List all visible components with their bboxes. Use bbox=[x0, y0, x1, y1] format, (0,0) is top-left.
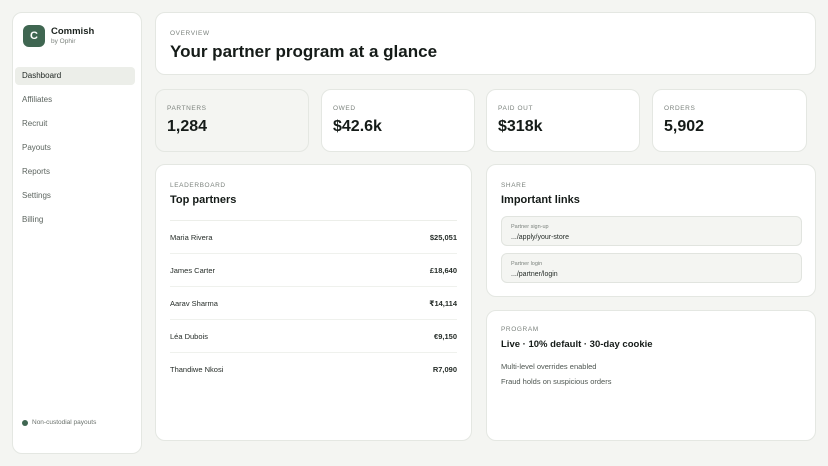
share-eyebrow: SHARE bbox=[501, 182, 527, 189]
link-url[interactable]: .../partner/login bbox=[511, 271, 558, 278]
sidebar-item-affiliates[interactable]: Affiliates bbox=[15, 91, 135, 109]
program-detail: Fraud holds on suspicious orders bbox=[501, 377, 612, 386]
partner-amount: £18,640 bbox=[429, 265, 457, 275]
sidebar-item-billing[interactable]: Billing bbox=[15, 211, 135, 229]
header-eyebrow: OVERVIEW bbox=[170, 30, 210, 37]
stat-card-owed[interactable]: OWED $42.6k bbox=[321, 89, 475, 152]
partner-amount: ₹14,114 bbox=[429, 298, 457, 308]
program-summary: Live · 10% default · 30-day cookie bbox=[501, 339, 653, 350]
share-links-card: SHARE Important links Partner sign-up ..… bbox=[486, 164, 816, 297]
login-link-field[interactable]: Partner login .../partner/login bbox=[501, 253, 802, 283]
stat-card-paid-out[interactable]: PAID OUT $318k bbox=[486, 89, 640, 152]
partner-name: Léa Dubois bbox=[170, 331, 208, 341]
sidebar-item-recruit[interactable]: Recruit bbox=[15, 115, 135, 133]
brand[interactable]: C Commish by Ophir bbox=[23, 25, 94, 47]
partner-name: James Carter bbox=[170, 265, 216, 275]
sidebar-item-settings[interactable]: Settings bbox=[15, 187, 135, 205]
sidebar-item-payouts[interactable]: Payouts bbox=[15, 139, 135, 157]
program-eyebrow: PROGRAM bbox=[501, 326, 539, 333]
stat-label: PARTNERS bbox=[167, 105, 207, 112]
sidebar-footer-text: Non-custodial payouts bbox=[32, 419, 97, 426]
brand-subtitle: by Ophir bbox=[51, 37, 76, 45]
sidebar-nav: Dashboard Affiliates Recruit Payouts Rep… bbox=[13, 67, 143, 235]
link-url[interactable]: .../apply/your-store bbox=[511, 234, 569, 241]
stat-card-orders[interactable]: ORDERS 5,902 bbox=[652, 89, 807, 152]
stat-value: 5,902 bbox=[664, 118, 705, 135]
list-item[interactable]: Léa Dubois €9,150 bbox=[170, 320, 457, 353]
partner-name: Maria Rivera bbox=[170, 232, 213, 242]
stat-label: PAID OUT bbox=[498, 105, 534, 112]
sidebar-item-reports[interactable]: Reports bbox=[15, 163, 135, 181]
link-label: Partner sign-up bbox=[511, 224, 549, 230]
list-item[interactable]: Maria Rivera $25,051 bbox=[170, 221, 457, 254]
stat-card-partners[interactable]: PARTNERS 1,284 bbox=[155, 89, 309, 152]
list-item[interactable]: Thandiwe Nkosi R7,090 bbox=[170, 353, 457, 386]
logo: C bbox=[23, 25, 45, 47]
partner-amount: R7,090 bbox=[432, 365, 457, 374]
leaderboard-card: LEADERBOARD Top partners Maria Rivera $2… bbox=[155, 164, 472, 441]
link-label: Partner login bbox=[511, 261, 543, 267]
partner-amount: $25,051 bbox=[429, 232, 457, 242]
share-title: Important links bbox=[501, 194, 580, 206]
stat-value: $318k bbox=[498, 118, 543, 135]
brand-name: Commish bbox=[51, 25, 95, 37]
leaderboard-eyebrow: LEADERBOARD bbox=[170, 182, 226, 189]
partner-amount: €9,150 bbox=[434, 331, 457, 341]
program-card: PROGRAM Live · 10% default · 30-day cook… bbox=[486, 310, 816, 441]
leaderboard-title: Top partners bbox=[170, 194, 237, 206]
sidebar: C Commish by Ophir Dashboard Affiliates … bbox=[12, 12, 142, 454]
list-item[interactable]: Aarav Sharma ₹14,114 bbox=[170, 287, 457, 320]
leaderboard-list: Maria Rivera $25,051 James Carter £18,64… bbox=[170, 220, 457, 386]
stat-label: ORDERS bbox=[664, 105, 696, 112]
stat-value: 1,284 bbox=[167, 118, 208, 135]
program-detail: Multi-level overrides enabled bbox=[501, 362, 597, 371]
sidebar-footer: Non-custodial payouts bbox=[22, 419, 96, 426]
stat-label: OWED bbox=[333, 105, 356, 112]
partner-name: Aarav Sharma bbox=[170, 298, 218, 308]
signup-link-field[interactable]: Partner sign-up .../apply/your-store bbox=[501, 216, 802, 246]
stat-value: $42.6k bbox=[333, 118, 382, 135]
page-header: OVERVIEW Your partner program at a glanc… bbox=[155, 12, 816, 75]
status-dot-icon bbox=[22, 419, 28, 426]
page-title: Your partner program at a glance bbox=[170, 42, 438, 61]
partner-name: Thandiwe Nkosi bbox=[170, 365, 224, 374]
sidebar-item-dashboard[interactable]: Dashboard bbox=[15, 67, 135, 85]
list-item[interactable]: James Carter £18,640 bbox=[170, 254, 457, 287]
